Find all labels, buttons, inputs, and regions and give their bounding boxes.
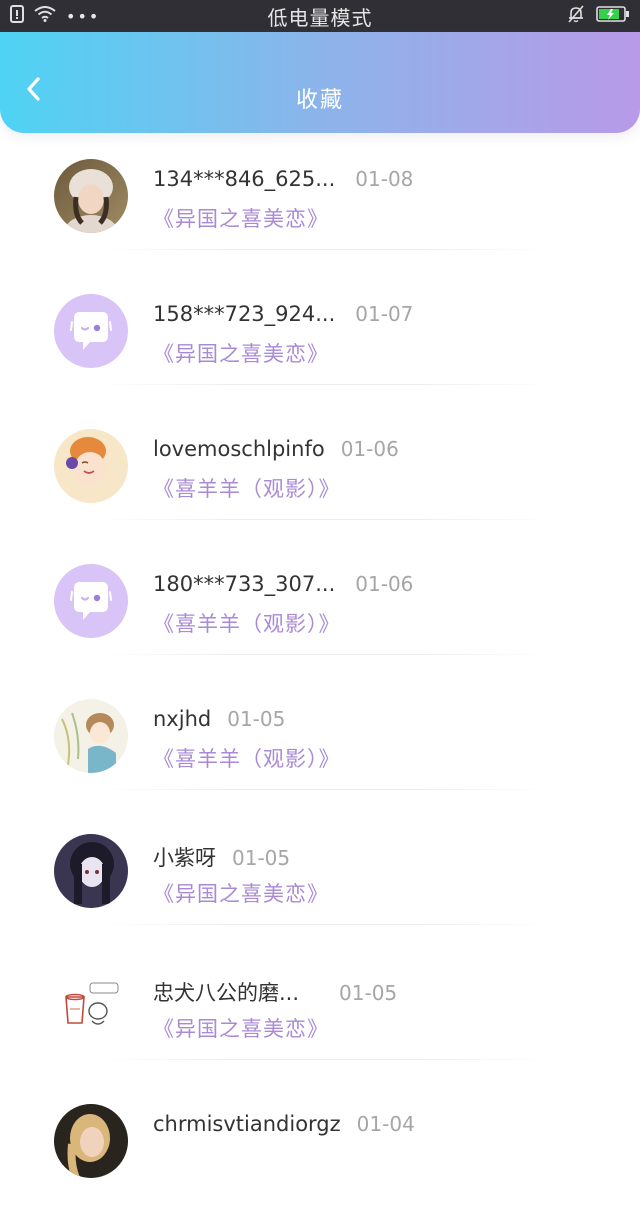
avatar[interactable] <box>54 699 128 773</box>
list-item[interactable]: 忠犬八公的磨... 01-05 《异国之喜美恋》 <box>0 955 640 1090</box>
item-title[interactable]: 《喜羊羊（观影）》 <box>153 743 341 773</box>
item-name: chrmisvtiandiorgz <box>153 1112 341 1136</box>
list-item[interactable]: 158***723_924... 01-07 《异国之喜美恋》 <box>0 280 640 415</box>
item-header: 134***846_625... 01-08 <box>153 167 413 191</box>
item-title[interactable]: 《异国之喜美恋》 <box>153 1013 329 1043</box>
item-header: nxjhd 01-05 <box>153 707 285 731</box>
item-title[interactable]: 《异国之喜美恋》 <box>153 203 329 233</box>
item-name: 忠犬八公的磨... <box>153 981 300 1005</box>
item-date: 01-04 <box>356 1112 415 1136</box>
wifi-icon <box>34 6 56 26</box>
favorites-list: 134***846_625... 01-08 《异国之喜美恋》 158***72… <box>0 145 640 1225</box>
list-item[interactable]: 小紫呀 01-05 《异国之喜美恋》 <box>0 820 640 955</box>
divider <box>100 249 550 250</box>
list-item[interactable]: chrmisvtiandiorgz 01-04 <box>0 1090 640 1225</box>
avatar[interactable] <box>54 429 128 503</box>
item-header: 158***723_924... 01-07 <box>153 302 413 326</box>
status-right <box>510 4 630 28</box>
status-left: ••• <box>10 5 130 27</box>
item-header: 180***733_307... 01-06 <box>153 572 413 596</box>
list-item[interactable]: 134***846_625... 01-08 《异国之喜美恋》 <box>0 145 640 280</box>
divider <box>100 384 550 385</box>
item-title[interactable]: 《异国之喜美恋》 <box>153 878 329 908</box>
list-item[interactable]: 180***733_307... 01-06 《喜羊羊（观影）》 <box>0 550 640 685</box>
divider <box>100 789 550 790</box>
item-header: chrmisvtiandiorgz 01-04 <box>153 1112 415 1136</box>
divider <box>100 1059 550 1060</box>
status-bar: ••• 低电量模式 <box>0 0 640 32</box>
avatar[interactable] <box>54 294 128 368</box>
item-date: 01-05 <box>227 707 286 731</box>
item-date: 01-08 <box>355 167 414 191</box>
item-title[interactable]: 《异国之喜美恋》 <box>153 338 329 368</box>
bell-muted-icon <box>566 4 586 28</box>
item-date: 01-05 <box>232 846 291 870</box>
avatar[interactable] <box>54 969 128 1043</box>
item-date: 01-07 <box>355 302 414 326</box>
item-date: 01-06 <box>340 437 399 461</box>
list-item[interactable]: lovemoschlpinfo 01-06 《喜羊羊（观影）》 <box>0 415 640 550</box>
divider <box>100 654 550 655</box>
item-name: 180***733_307... <box>153 572 336 596</box>
battery-icon <box>596 5 630 27</box>
item-name: nxjhd <box>153 707 212 731</box>
item-title[interactable]: 《喜羊羊（观影）》 <box>153 608 341 638</box>
sim-icon <box>10 5 24 27</box>
item-name: 158***723_924... <box>153 302 336 326</box>
avatar[interactable] <box>54 834 128 908</box>
list-item[interactable]: nxjhd 01-05 《喜羊羊（观影）》 <box>0 685 640 820</box>
item-header: lovemoschlpinfo 01-06 <box>153 437 399 461</box>
avatar[interactable] <box>54 1104 128 1178</box>
item-header: 忠犬八公的磨... 01-05 <box>153 977 397 1007</box>
avatar[interactable] <box>54 159 128 233</box>
header-bar: 收藏 <box>0 32 640 133</box>
avatar[interactable] <box>54 564 128 638</box>
item-header: 小紫呀 01-05 <box>153 842 290 872</box>
item-date: 01-05 <box>339 981 398 1005</box>
page-title: 收藏 <box>295 88 344 113</box>
status-title: 低电量模式 <box>267 5 373 30</box>
item-date: 01-06 <box>355 572 414 596</box>
divider <box>100 519 550 520</box>
more-dots: ••• <box>66 6 101 26</box>
item-name: lovemoschlpinfo <box>153 437 325 461</box>
item-name: 134***846_625... <box>153 167 336 191</box>
item-title[interactable]: 《喜羊羊（观影）》 <box>153 473 341 503</box>
item-name: 小紫呀 <box>153 846 216 870</box>
divider <box>100 924 550 925</box>
